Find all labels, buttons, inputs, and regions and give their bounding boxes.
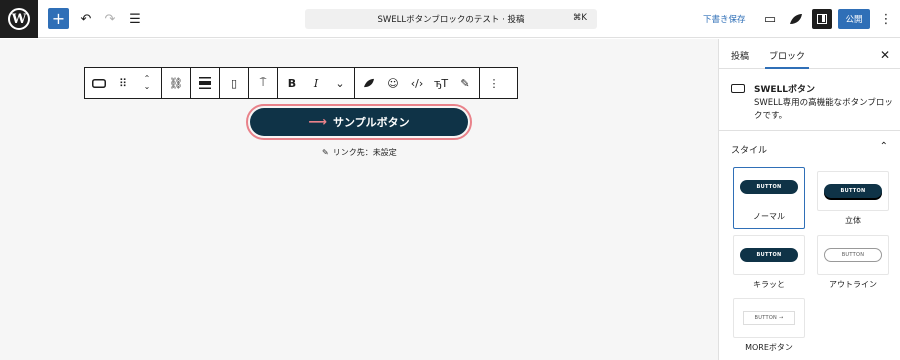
settings-sidebar-toggle[interactable] [812, 9, 832, 29]
style-option-normal[interactable]: BUTTON ノーマル [733, 167, 805, 229]
style-panel-heading[interactable]: スタイル [731, 143, 767, 156]
block-name: SWELLボタン [754, 85, 816, 95]
block-description: SWELL専用の高機能なボタンブロックです。 [754, 98, 893, 121]
style-option-raised[interactable]: BUTTON 立体 [817, 171, 889, 227]
publish-button[interactable]: 公開 [838, 9, 870, 29]
style-option-shine[interactable]: BUTTON キラッと [733, 235, 805, 291]
swell-leaf-icon[interactable] [786, 9, 806, 29]
device-visibility-icon[interactable]: ▯ [224, 73, 244, 93]
drag-handle-icon[interactable]: ⠿ [113, 73, 133, 93]
undo-icon[interactable]: ↶ [76, 9, 96, 29]
settings-sidebar: 投稿 ブロック ✕ SWELLボタン SWELL専用の高機能なボタンブロックです… [718, 39, 900, 360]
wordpress-icon: W [8, 8, 30, 30]
tab-post[interactable]: 投稿 [731, 49, 749, 62]
toolbar-group-format: B I ⌄ [278, 68, 355, 98]
style-option-more[interactable]: BUTTON → MOREボタン [733, 298, 805, 354]
align-icon[interactable] [195, 73, 215, 93]
link-icon[interactable]: ⛓ [166, 73, 186, 93]
sidebar-tabs: 投稿 ブロック ✕ [719, 39, 900, 69]
highlighter-icon[interactable]: ✎ [455, 73, 475, 93]
swell-leaf-format-icon[interactable] [359, 73, 379, 93]
editor-canvas[interactable]: ⠿ ⌃ ⌄ ⛓ ▯ ⍑ B I ⌄ ☺ ‹/› ꚋT ✎ ⋮ ⟶ サンプルボタン… [0, 39, 718, 360]
style-option-outline[interactable]: BUTTON アウトライン [817, 235, 889, 291]
command-shortcut: ⌘K [572, 13, 587, 23]
style-preview: BUTTON [817, 171, 889, 211]
chevron-up-icon[interactable]: ⌃ [880, 141, 888, 152]
code-icon[interactable]: ‹/› [407, 73, 427, 93]
toolbar-group-device: ▯ [220, 68, 249, 98]
close-icon[interactable]: ✕ [880, 48, 890, 62]
block-options-icon[interactable]: ⋮ [484, 73, 504, 93]
chevron-down-icon[interactable]: ⌄ [330, 73, 350, 93]
toolbar-group-swell: ☺ ‹/› ꚋT ✎ [355, 68, 480, 98]
style-label: アウトライン [829, 280, 877, 289]
more-options-icon[interactable]: ⋮ [876, 9, 896, 29]
pencil-icon: ✎ [322, 148, 329, 157]
tab-block[interactable]: ブロック [764, 49, 810, 69]
toolbar-group-more: ⋮ [480, 68, 508, 98]
link-destination-label: リンク先：未設定 [332, 148, 397, 157]
button-text[interactable]: サンプルボタン [333, 114, 410, 130]
paint-roller-icon[interactable]: ⍑ [253, 73, 273, 93]
toolbar-group-style: ⍑ [249, 68, 278, 98]
style-preview: BUTTON [733, 235, 805, 275]
emoji-icon[interactable]: ☺ [383, 73, 403, 93]
preview-pill: BUTTON [740, 180, 798, 194]
save-draft-button[interactable]: 下書き保存 [703, 13, 746, 25]
link-destination[interactable]: ✎ リンク先：未設定 [322, 147, 397, 158]
preview-pill: BUTTON → [743, 311, 795, 325]
button-block-icon [731, 84, 745, 93]
font-size-icon[interactable]: ꚋT [431, 73, 451, 93]
style-preview: BUTTON → [733, 298, 805, 338]
style-label: ノーマル [753, 212, 785, 221]
top-toolbar: W + ↶ ↷ ☰ SWELLボタンブロックのテスト · 投稿 ⌘K 下書き保存… [0, 0, 900, 38]
toolbar-group-link: ⛓ [162, 68, 191, 98]
button-block-icon[interactable] [89, 73, 109, 93]
style-label: 立体 [845, 216, 861, 225]
italic-icon[interactable]: I [306, 73, 326, 93]
redo-icon[interactable]: ↷ [100, 9, 120, 29]
preview-device-icon[interactable]: ▭ [760, 9, 780, 29]
arrow-right-icon: ⟶ [308, 114, 327, 130]
preview-pill: BUTTON [824, 184, 882, 198]
command-palette-bar[interactable]: SWELLボタンブロックのテスト · 投稿 ⌘K [305, 9, 597, 29]
bold-icon[interactable]: B [282, 73, 302, 93]
preview-pill: BUTTON [824, 248, 882, 262]
swell-button[interactable]: ⟶ サンプルボタン [250, 108, 468, 136]
toolbar-group-align [191, 68, 220, 98]
document-title: SWELLボタンブロックのテスト · 投稿 [377, 15, 525, 25]
style-label: MOREボタン [745, 343, 793, 352]
block-toolbar: ⠿ ⌃ ⌄ ⛓ ▯ ⍑ B I ⌄ ☺ ‹/› ꚋT ✎ ⋮ [84, 67, 518, 99]
style-preview: BUTTON [817, 235, 889, 275]
add-block-button[interactable]: + [48, 8, 69, 29]
move-up-down-icon[interactable]: ⌃ ⌄ [137, 73, 157, 93]
block-card: SWELLボタン SWELL専用の高機能なボタンブロックです。 [719, 69, 900, 131]
style-label: キラッと [753, 280, 785, 289]
wordpress-logo-button[interactable]: W [0, 0, 38, 38]
sidebar-panel-icon [817, 14, 827, 24]
document-overview-icon[interactable]: ☰ [125, 9, 145, 29]
toolbar-group-block: ⠿ ⌃ ⌄ [85, 68, 162, 98]
preview-pill: BUTTON [740, 248, 798, 262]
button-highlight-outline: ⟶ サンプルボタン [246, 104, 472, 140]
